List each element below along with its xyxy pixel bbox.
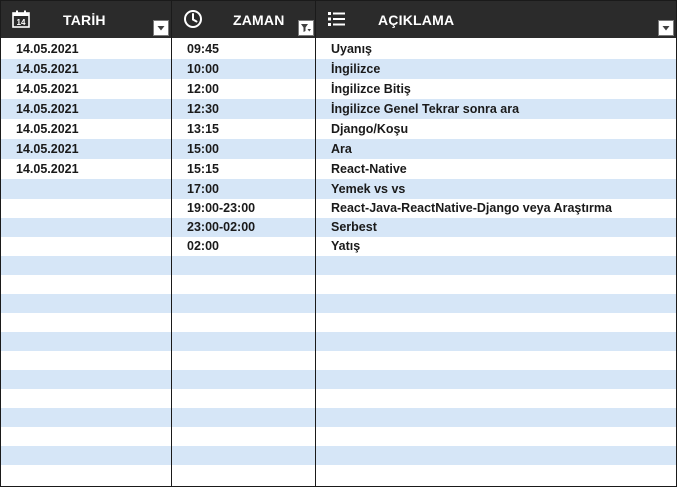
time-cell[interactable]: 10:00: [187, 59, 219, 79]
time-filter-button[interactable]: [298, 20, 314, 36]
header-description: AÇIKLAMA: [316, 1, 676, 38]
date-cell[interactable]: 14.05.2021: [16, 59, 79, 79]
table-row[interactable]: [1, 332, 676, 351]
table-header: 14 TARİH ZAMAN AÇIKLAMA: [1, 1, 676, 38]
table-row[interactable]: [1, 427, 676, 446]
time-cell[interactable]: 17:00: [187, 179, 219, 199]
date-cell[interactable]: 14.05.2021: [16, 119, 79, 139]
dropdown-arrow-icon: [662, 26, 670, 31]
date-column-title: TARİH: [63, 12, 106, 28]
table-row[interactable]: [1, 446, 676, 465]
table-row[interactable]: 14.05.2021 15:00 Ara: [1, 139, 676, 159]
table-row[interactable]: 19:00-23:00 React-Java-ReactNative-Django…: [1, 199, 676, 218]
description-cell[interactable]: İngilizce Bitiş: [331, 79, 411, 99]
list-icon: [327, 9, 347, 29]
date-cell[interactable]: 14.05.2021: [16, 159, 79, 179]
date-cell[interactable]: 14.05.2021: [16, 39, 79, 59]
table-row[interactable]: [1, 313, 676, 332]
time-cell[interactable]: 13:15: [187, 119, 219, 139]
table-row[interactable]: [1, 465, 676, 484]
table-row[interactable]: 02:00 Yatış: [1, 237, 676, 256]
time-cell[interactable]: 12:30: [187, 99, 219, 119]
header-date: 14 TARİH: [1, 1, 171, 38]
clock-icon: [183, 9, 203, 29]
description-cell[interactable]: Django/Koşu: [331, 119, 408, 139]
calendar-icon: 14: [11, 9, 31, 29]
column-divider: [315, 1, 316, 486]
header-time: ZAMAN: [172, 1, 315, 38]
date-cell[interactable]: 14.05.2021: [16, 79, 79, 99]
table-row[interactable]: 23:00-02:00 Serbest: [1, 218, 676, 237]
table-row[interactable]: 14.05.2021 10:00 İngilizce: [1, 59, 676, 79]
calendar-icon-day: 14: [17, 18, 26, 27]
date-cell[interactable]: 14.05.2021: [16, 99, 79, 119]
table-row[interactable]: 14.05.2021 09:45 Uyanış: [1, 39, 676, 59]
table-row[interactable]: 14.05.2021 15:15 React-Native: [1, 159, 676, 179]
table-body: 14.05.2021 09:45 Uyanış 14.05.2021 10:00 İngi…: [1, 38, 676, 486]
table-row[interactable]: 14.05.2021 12:30 İngilizce Genel Tekrar so…: [1, 99, 676, 119]
description-cell[interactable]: Serbest: [331, 218, 377, 237]
time-cell[interactable]: 15:00: [187, 139, 219, 159]
table-row[interactable]: [1, 275, 676, 294]
filter-icon: [301, 24, 311, 32]
description-cell[interactable]: React-Native: [331, 159, 407, 179]
table-row[interactable]: [1, 351, 676, 370]
description-cell[interactable]: İngilizce Genel Tekrar sonra ara: [331, 99, 519, 119]
column-divider: [171, 1, 172, 486]
table-row[interactable]: 14.05.2021 12:00 İngilizce Bitiş: [1, 79, 676, 99]
description-cell[interactable]: Ara: [331, 139, 352, 159]
table-row[interactable]: [1, 389, 676, 408]
description-column-title: AÇIKLAMA: [378, 12, 455, 28]
dropdown-arrow-icon: [157, 26, 165, 31]
table-row[interactable]: [1, 294, 676, 313]
time-cell[interactable]: 15:15: [187, 159, 219, 179]
table-row[interactable]: [1, 370, 676, 389]
description-cell[interactable]: Yemek vs vs: [331, 179, 405, 199]
description-cell[interactable]: React-Java-ReactNative-Django veya Araşt…: [331, 199, 612, 218]
date-filter-button[interactable]: [153, 20, 169, 36]
time-cell[interactable]: 23:00-02:00: [187, 218, 255, 237]
time-column-title: ZAMAN: [233, 12, 285, 28]
time-cell[interactable]: 02:00: [187, 237, 219, 256]
table-row[interactable]: 14.05.2021 13:15 Django/Koşu: [1, 119, 676, 139]
description-cell[interactable]: Yatış: [331, 237, 360, 256]
description-cell[interactable]: İngilizce: [331, 59, 380, 79]
table-row[interactable]: [1, 408, 676, 427]
description-filter-button[interactable]: [658, 20, 674, 36]
date-cell[interactable]: 14.05.2021: [16, 139, 79, 159]
description-cell[interactable]: Uyanış: [331, 39, 372, 59]
time-cell[interactable]: 12:00: [187, 79, 219, 99]
time-cell[interactable]: 19:00-23:00: [187, 199, 255, 218]
table-row[interactable]: 17:00 Yemek vs vs: [1, 179, 676, 199]
table-row[interactable]: [1, 256, 676, 275]
schedule-table: 14 TARİH ZAMAN AÇIKLAMA 14.05.2021 09:45…: [0, 0, 677, 487]
time-cell[interactable]: 09:45: [187, 39, 219, 59]
